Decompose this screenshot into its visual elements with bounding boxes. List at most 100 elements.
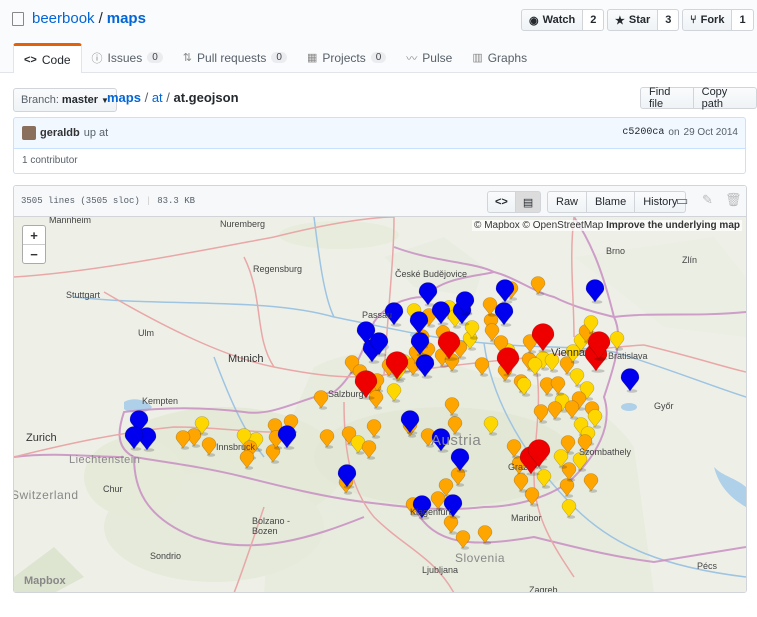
code-icon: <> bbox=[24, 53, 37, 66]
zoom-out-button[interactable]: − bbox=[23, 245, 45, 263]
tab-pulse[interactable]: 〰 Pulse bbox=[396, 43, 462, 72]
country-label: Slovenia bbox=[455, 551, 506, 565]
commit-author[interactable]: geraldb bbox=[40, 127, 80, 139]
tab-graphs[interactable]: ▥ Graphs bbox=[462, 43, 537, 72]
map-view[interactable]: Mannheim Nuremberg České Budějovice Brno… bbox=[14, 217, 746, 593]
city-label: Mannheim bbox=[49, 217, 92, 225]
branch-value: master bbox=[61, 94, 98, 106]
improve-map-link[interactable]: Improve the underlying map bbox=[606, 220, 740, 231]
city-label: Ulm bbox=[138, 328, 154, 338]
tab-pull-requests-label: Pull requests bbox=[197, 50, 267, 65]
city-label: Salzburg bbox=[328, 389, 364, 399]
city-label: Pécs bbox=[697, 561, 718, 571]
file-info: 3505 lines (3505 sloc) | 83.3 KB bbox=[21, 196, 196, 206]
country-label: Liechtenstein bbox=[69, 454, 141, 466]
commit-sha[interactable]: c5200ca bbox=[622, 127, 664, 138]
blame-button[interactable]: Blame bbox=[587, 191, 636, 213]
city-label: Bolzano - Bozen bbox=[252, 516, 291, 536]
tab-pull-requests[interactable]: ⇅ Pull requests 0 bbox=[173, 43, 297, 72]
tab-issues[interactable]: ⓘ Issues 0 bbox=[82, 43, 173, 72]
file-header: 3505 lines (3505 sloc) | 83.3 KB <> ▤ Ra… bbox=[14, 186, 746, 217]
fork-label: Fork bbox=[700, 14, 725, 26]
tab-code-label: Code bbox=[41, 52, 71, 67]
contributors-bar: 1 contributor bbox=[13, 149, 746, 174]
pulse-icon: 〰 bbox=[406, 52, 418, 65]
code-icon: <> bbox=[495, 196, 508, 208]
attribution-text[interactable]: © Mapbox © OpenStreetMap bbox=[474, 220, 603, 231]
city-label: Bratislava bbox=[608, 351, 648, 361]
fork-group: ⑂ Fork 1 bbox=[682, 9, 754, 31]
star-count[interactable]: 3 bbox=[658, 9, 680, 31]
repo-header: beerbook / maps ◉ Watch 2 ★ Star 3 ⑂ Fork 1… bbox=[0, 0, 757, 73]
commit-meta: c5200ca on 29 Oct 2014 bbox=[622, 127, 738, 138]
city-label: Győr bbox=[654, 401, 674, 411]
city-label: Regensburg bbox=[253, 264, 303, 274]
city-label: Vienna bbox=[551, 347, 586, 359]
tab-projects-badge: 0 bbox=[370, 52, 387, 63]
country-label: Switzerland bbox=[14, 488, 79, 502]
zoom-control: + − bbox=[22, 225, 46, 264]
repo-name-link[interactable]: maps bbox=[107, 10, 146, 27]
file-nav-buttons: Find file Copy path bbox=[640, 86, 757, 110]
breadcrumb-dir[interactable]: at bbox=[152, 90, 163, 105]
raw-button[interactable]: Raw bbox=[547, 191, 588, 213]
repo-owner-link[interactable]: beerbook bbox=[32, 10, 95, 27]
contributor-count[interactable]: 1 contributor bbox=[22, 155, 78, 166]
file-icon: ▤ bbox=[522, 196, 534, 209]
render-toggle: <> ▤ bbox=[487, 191, 542, 213]
repo-tabs: <> Code ⓘ Issues 0 ⇅ Pull requests 0 ▦ Project… bbox=[0, 43, 757, 73]
find-file-button[interactable]: Find file bbox=[640, 86, 694, 110]
city-label: Zurich bbox=[26, 432, 57, 444]
city-label: Chur bbox=[103, 484, 123, 494]
tab-pulse-label: Pulse bbox=[422, 50, 453, 65]
city-label: Sondrio bbox=[150, 551, 182, 561]
city-label: Kempten bbox=[142, 396, 179, 406]
city-label: Ljubljana bbox=[422, 565, 459, 575]
tab-issues-label: Issues bbox=[107, 50, 143, 65]
city-label: Brno bbox=[606, 246, 626, 256]
copy-path-button[interactable]: Copy path bbox=[693, 86, 757, 110]
pencil-icon[interactable]: ✎ bbox=[702, 192, 713, 208]
source-view-button[interactable]: <> bbox=[487, 191, 516, 213]
star-group: ★ Star 3 bbox=[607, 9, 680, 31]
watch-label: Watch bbox=[542, 14, 576, 26]
file-lines: 3505 lines (3505 sloc) bbox=[21, 196, 140, 206]
city-label: České Budějovice bbox=[395, 269, 468, 279]
city-label: Stuttgart bbox=[66, 290, 101, 300]
eye-icon: ◉ bbox=[529, 14, 539, 27]
desktop-icon[interactable]: ▭ bbox=[676, 193, 688, 209]
project-icon: ▦ bbox=[306, 52, 318, 64]
terrain bbox=[14, 217, 746, 592]
city-label: Graz bbox=[508, 462, 528, 472]
star-label: Star bbox=[628, 14, 651, 26]
file-box: 3505 lines (3505 sloc) | 83.3 KB <> ▤ Ra… bbox=[13, 185, 747, 593]
map-canvas[interactable] bbox=[14, 217, 746, 593]
watch-button[interactable]: ◉ Watch bbox=[521, 9, 584, 31]
avatar[interactable] bbox=[22, 126, 36, 140]
trash-icon[interactable]: 🗑 bbox=[725, 192, 742, 208]
fork-button[interactable]: ⑂ Fork bbox=[682, 9, 733, 31]
breadcrumb-root[interactable]: maps bbox=[107, 90, 141, 105]
file-size: 83.3 KB bbox=[157, 196, 196, 206]
city-label: Passau bbox=[362, 310, 393, 320]
tab-code[interactable]: <> Code bbox=[13, 43, 82, 73]
commit-summary: geraldb up at bbox=[22, 126, 108, 140]
branch-selector[interactable]: Branch: master ▼ bbox=[13, 88, 117, 112]
tab-projects[interactable]: ▦ Projects 0 bbox=[297, 43, 396, 72]
mapbox-logo[interactable]: Mapbox bbox=[24, 575, 66, 587]
star-button[interactable]: ★ Star bbox=[607, 9, 659, 31]
watch-count[interactable]: 2 bbox=[583, 9, 605, 31]
tab-graphs-label: Graphs bbox=[487, 50, 528, 65]
commit-date-prefix: on bbox=[668, 127, 680, 138]
fork-count[interactable]: 1 bbox=[732, 9, 754, 31]
zoom-in-button[interactable]: + bbox=[23, 226, 45, 245]
country-label: Austria bbox=[431, 432, 482, 449]
commit-message[interactable]: up at bbox=[84, 127, 108, 139]
commit-date: 29 Oct 2014 bbox=[683, 127, 738, 138]
city-label: Szombathely bbox=[579, 447, 632, 457]
rendered-view-button[interactable]: ▤ bbox=[515, 191, 542, 213]
pull-request-icon: ⇅ bbox=[182, 52, 193, 64]
commit-tease: geraldb up at c5200ca on 29 Oct 2014 bbox=[13, 117, 746, 149]
breadcrumb: maps / at / at.geojson bbox=[107, 90, 239, 105]
fork-icon: ⑂ bbox=[690, 14, 697, 26]
